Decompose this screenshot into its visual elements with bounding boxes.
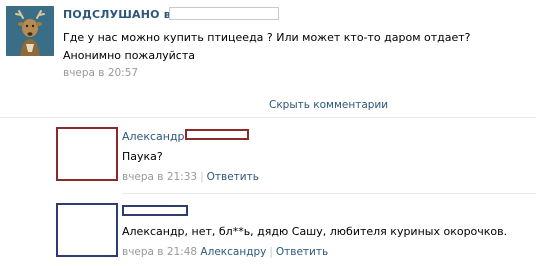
divider — [0, 117, 536, 118]
reply-button[interactable]: Ответить — [207, 171, 259, 183]
meta-separator: | — [200, 171, 204, 183]
comment-date[interactable]: вчера в 21:48 — [122, 246, 197, 258]
reply-to-link[interactable]: Александру — [200, 246, 266, 258]
redacted-surname — [185, 129, 249, 140]
comment-text: Александр, нет, бл**ь, дядю Сашу, любите… — [122, 225, 508, 238]
redacted-group-name — [169, 7, 279, 20]
community-avatar[interactable] — [6, 6, 54, 56]
reply-button[interactable]: Ответить — [276, 246, 328, 258]
comment-text: Паука? — [122, 150, 163, 163]
comment-date[interactable]: вчера в 21:33 — [122, 171, 197, 183]
post-date[interactable]: вчера в 20:57 — [63, 67, 138, 79]
post-text-line: Где у нас можно купить птицееда ? Или мо… — [63, 31, 471, 44]
hide-comments-link[interactable]: Скрыть комментарии — [269, 99, 388, 111]
meta-separator: | — [269, 246, 273, 258]
comment-avatar[interactable] — [56, 127, 118, 181]
comment-meta: вчера в 21:33 | Ответить — [122, 171, 259, 183]
comment-meta: вчера в 21:48 Александру | Ответить — [122, 246, 328, 258]
comment-author-link[interactable]: Александр — [122, 130, 185, 143]
comment-avatar[interactable] — [56, 203, 118, 257]
post-text: Где у нас можно купить птицееда ? Или мо… — [63, 29, 471, 65]
deer-logo-icon — [6, 6, 54, 56]
redacted-author-name — [122, 205, 188, 216]
post-author-link[interactable]: ПОДСЛУШАНО в — [63, 8, 171, 21]
divider — [122, 193, 536, 194]
post-text-line: Анонимно пожалуйста — [63, 49, 195, 62]
